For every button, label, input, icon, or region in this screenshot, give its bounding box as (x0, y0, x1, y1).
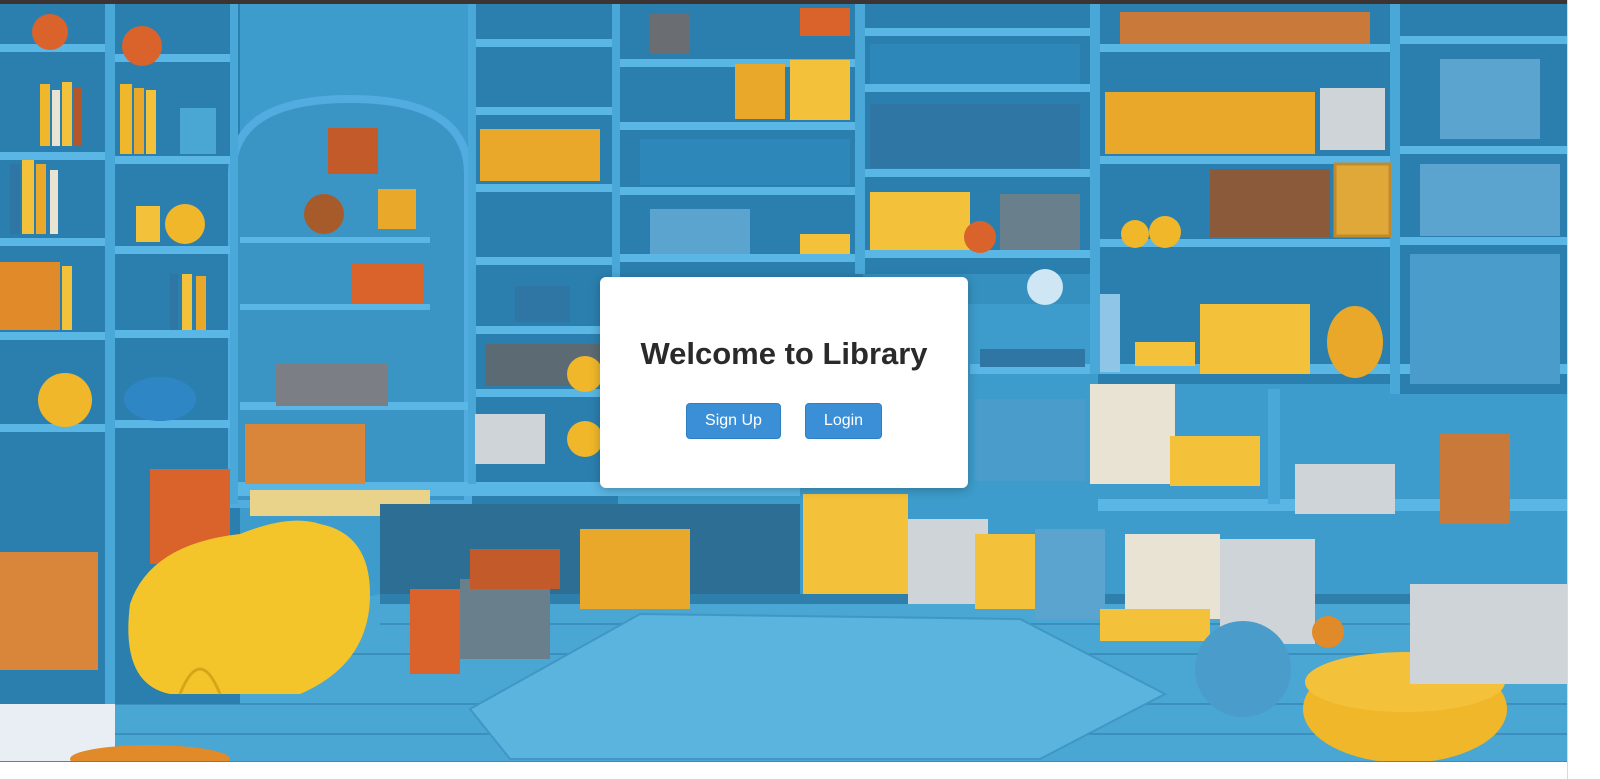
sign-up-button[interactable]: Sign Up (686, 403, 781, 439)
login-button[interactable]: Login (805, 403, 882, 439)
window-bottom-edge (0, 762, 1568, 779)
welcome-title: Welcome to Library (640, 336, 928, 371)
vertical-scrollbar-track[interactable] (1568, 0, 1600, 779)
welcome-card: Welcome to Library Sign Up Login (600, 277, 968, 488)
